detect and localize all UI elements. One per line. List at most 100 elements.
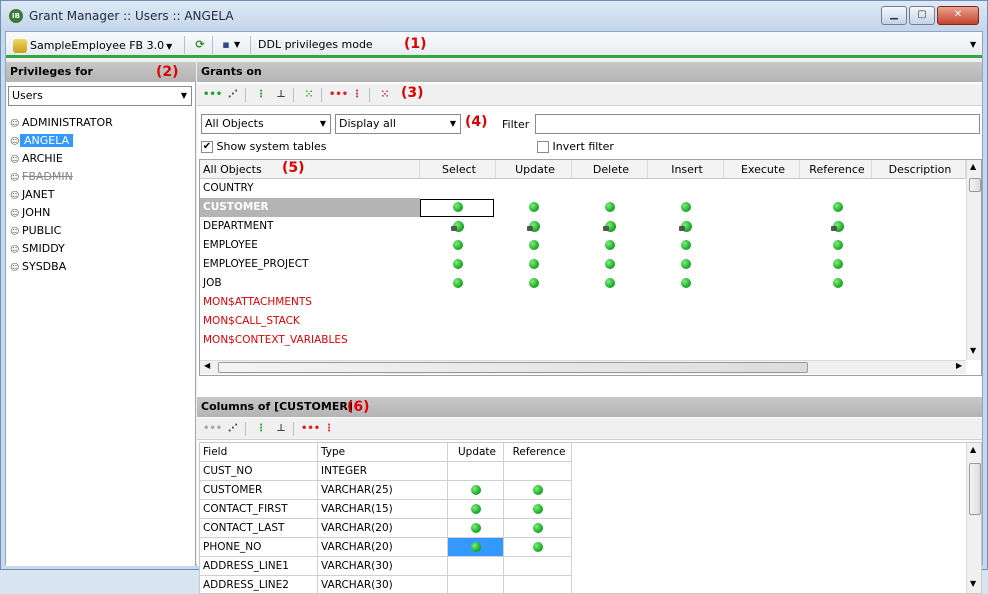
minimize-button[interactable]: ▁ xyxy=(881,6,907,25)
grant-with-option-icon[interactable] xyxy=(679,221,692,232)
objects-grid-row[interactable]: MON$CONTEXT_VARIABLES xyxy=(200,331,966,350)
user-list-item[interactable]: ☺ JANET xyxy=(6,186,195,204)
columns-grid-cell[interactable] xyxy=(504,538,572,557)
grant-indicator-icon[interactable] xyxy=(681,240,691,250)
objects-column-header[interactable]: All Objects xyxy=(200,160,420,179)
grant-indicator-icon[interactable] xyxy=(605,202,615,212)
grant-indicator-icon[interactable] xyxy=(529,259,539,269)
columns-grid-row[interactable]: PHONE_NO VARCHAR(20) xyxy=(200,538,981,557)
grant-indicator-icon[interactable] xyxy=(833,259,843,269)
grant-indicator-icon[interactable] xyxy=(533,504,543,514)
grant-indicator-icon[interactable] xyxy=(833,202,843,212)
grant-all-column-with-option-icon[interactable]: ⊥ xyxy=(273,88,289,102)
columns-grid-cell[interactable] xyxy=(504,481,572,500)
grant-indicator-icon[interactable] xyxy=(471,485,481,495)
objects-grid-row[interactable]: CUSTOMER xyxy=(200,198,966,217)
user-list-item[interactable]: ☺ ARCHIE xyxy=(6,150,195,168)
scroll-up-arrow-icon[interactable]: ▲ xyxy=(970,445,976,454)
grant-indicator-icon[interactable] xyxy=(471,523,481,533)
grant-indicator-icon[interactable] xyxy=(605,259,615,269)
grant-with-option-icon[interactable] xyxy=(527,221,540,232)
objects-grid-row[interactable]: COUNTRY xyxy=(200,179,966,198)
columns-grid-cell[interactable] xyxy=(448,576,504,593)
grant-all-row-icon[interactable]: ••• xyxy=(203,88,222,102)
refresh-icon[interactable]: ⟳ xyxy=(192,36,208,54)
columns-grid-cell[interactable] xyxy=(504,519,572,538)
filter-input[interactable] xyxy=(535,114,980,134)
save-icon[interactable]: ▪ xyxy=(218,36,234,54)
objects-grid-row[interactable]: JOB xyxy=(200,274,966,293)
grant-indicator-icon[interactable] xyxy=(453,259,463,269)
columns-grid-cell[interactable] xyxy=(448,462,504,481)
scroll-thumb[interactable] xyxy=(969,178,981,192)
scroll-right-arrow-icon[interactable]: ▶ xyxy=(956,361,962,370)
columns-grid-cell[interactable] xyxy=(448,481,504,500)
scroll-up-arrow-icon[interactable]: ▲ xyxy=(970,162,976,171)
grant-indicator-icon[interactable] xyxy=(533,485,543,495)
display-filter-select[interactable]: Display all ▼ xyxy=(335,114,461,134)
columns-grid-row[interactable]: CUSTOMER VARCHAR(25) xyxy=(200,481,981,500)
columns-grid-cell[interactable] xyxy=(504,557,572,576)
grant-with-option-icon[interactable] xyxy=(831,221,844,232)
grant-all-row-icon[interactable]: ••• xyxy=(203,422,222,436)
revoke-all-row-icon[interactable]: ••• xyxy=(301,422,320,436)
objects-column-header[interactable]: Execute xyxy=(724,160,800,179)
grant-indicator-icon[interactable] xyxy=(533,542,543,552)
invert-filter-checkbox[interactable]: Invert filter xyxy=(537,139,614,155)
objects-grid-row[interactable]: MON$ATTACHMENTS xyxy=(200,293,966,312)
columns-grid-cell[interactable] xyxy=(504,462,572,481)
scroll-left-arrow-icon[interactable]: ◀ xyxy=(204,361,210,370)
objects-grid-row[interactable]: EMPLOYEE xyxy=(200,236,966,255)
grant-all-row-with-option-icon[interactable]: ⋰ xyxy=(225,422,241,436)
maximize-button[interactable]: ▢ xyxy=(909,6,935,25)
user-list-item[interactable]: ☺ JOHN xyxy=(6,204,195,222)
columns-grid-cell[interactable] xyxy=(448,538,504,557)
objects-type-select[interactable]: All Objects ▼ xyxy=(201,114,331,134)
grant-with-option-icon[interactable] xyxy=(451,221,464,232)
grant-indicator-icon[interactable] xyxy=(529,278,539,288)
close-button[interactable]: ✕ xyxy=(937,6,979,25)
save-dropdown-chevron-icon[interactable]: ▼ xyxy=(234,36,244,54)
objects-column-header[interactable]: Reference xyxy=(800,160,872,179)
database-selector[interactable]: SampleEmployee FB 3.0 ▼ xyxy=(10,36,178,54)
grant-all-column-icon[interactable]: ⋮ xyxy=(253,422,269,436)
user-list-item[interactable]: ☺ SMIDDY xyxy=(6,240,195,258)
objects-vertical-scrollbar[interactable]: ▲ ▼ xyxy=(966,160,981,360)
objects-column-header[interactable]: Update xyxy=(496,160,572,179)
columns-grid-row[interactable]: CUST_NO INTEGER xyxy=(200,462,981,481)
objects-grid-row[interactable]: MON$CALL_STACK xyxy=(200,312,966,331)
grant-indicator-icon[interactable] xyxy=(681,202,691,212)
objects-grid-row[interactable]: EMPLOYEE_PROJECT xyxy=(200,255,966,274)
objects-column-header[interactable]: Insert xyxy=(648,160,724,179)
columns-grid-cell[interactable] xyxy=(504,500,572,519)
toolbar-overflow-chevron-icon[interactable]: ▼ xyxy=(970,36,976,54)
columns-grid-row[interactable]: CONTACT_LAST VARCHAR(20) xyxy=(200,519,981,538)
columns-grid-row[interactable]: CONTACT_FIRST VARCHAR(15) xyxy=(200,500,981,519)
ddl-mode-toggle[interactable]: DDL privileges mode xyxy=(258,36,373,54)
objects-column-header[interactable]: Delete xyxy=(572,160,648,179)
revoke-all-icon[interactable]: ⁙ xyxy=(377,88,393,102)
user-list-item[interactable]: ☺ ADMINISTRATOR xyxy=(6,114,195,132)
grant-indicator-icon[interactable] xyxy=(529,240,539,250)
columns-column-header[interactable]: Field xyxy=(200,443,318,462)
user-list-item[interactable]: ☺ SYSDBA xyxy=(6,258,195,276)
columns-vertical-scrollbar[interactable]: ▲ ▼ xyxy=(966,443,981,593)
scroll-down-arrow-icon[interactable]: ▼ xyxy=(970,346,976,355)
grant-all-icon[interactable]: ⁙ xyxy=(301,88,317,102)
grant-indicator-icon[interactable] xyxy=(833,240,843,250)
grant-indicator-icon[interactable] xyxy=(529,202,539,212)
grant-with-option-icon[interactable] xyxy=(603,221,616,232)
grant-indicator-icon[interactable] xyxy=(453,240,463,250)
objects-column-header[interactable]: Select xyxy=(420,160,496,179)
columns-grid-cell[interactable] xyxy=(448,500,504,519)
grant-indicator-icon[interactable] xyxy=(453,278,463,288)
columns-column-header[interactable]: Reference xyxy=(504,443,572,462)
revoke-all-column-icon[interactable]: ⋮ xyxy=(349,88,365,102)
show-system-tables-checkbox[interactable]: ✔ Show system tables xyxy=(201,139,327,155)
columns-column-header[interactable]: Update xyxy=(448,443,504,462)
objects-horizontal-scrollbar[interactable]: ◀ ▶ xyxy=(200,360,966,374)
columns-grid-cell[interactable] xyxy=(504,576,572,593)
revoke-all-row-icon[interactable]: ••• xyxy=(329,88,348,102)
columns-column-header[interactable]: Type xyxy=(318,443,448,462)
grant-indicator-icon[interactable] xyxy=(533,523,543,533)
